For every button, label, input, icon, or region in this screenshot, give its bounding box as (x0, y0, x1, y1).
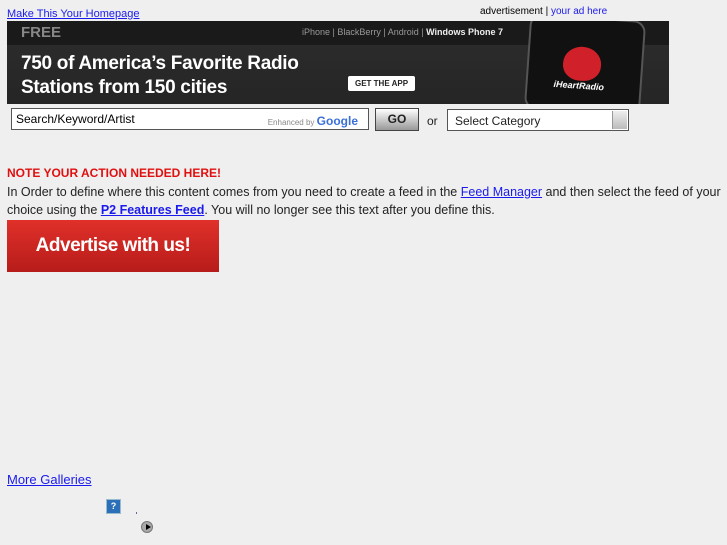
feed-manager-link[interactable]: Feed Manager (461, 185, 542, 199)
banner-free: FREE (21, 24, 62, 41)
notice-title: NOTE YOUR ACTION NEEDED HERE! (7, 166, 222, 180)
separator: | (545, 6, 549, 17)
chevron-down-icon[interactable] (612, 111, 627, 129)
get-the-app-button[interactable]: GET THE APP (348, 76, 416, 91)
advertisement-text: advertisement (480, 6, 543, 17)
enhanced-by-google: Enhanced by Google (268, 114, 358, 128)
banner-platforms: iPhone | BlackBerry | Android | Windows … (302, 27, 503, 37)
headline-line1: 750 of America’s Favorite Radio (21, 53, 299, 74)
banner-headline: 750 of America’s Favorite Radio Stations … (21, 52, 299, 100)
make-homepage-link[interactable]: Make This Your Homepage (7, 8, 140, 20)
more-galleries-link[interactable]: More Galleries (7, 472, 92, 487)
phone-image: iHeartRadio (523, 21, 647, 104)
advertise-with-us-button[interactable]: Advertise with us! (7, 220, 219, 272)
iheart-logo-icon (561, 45, 603, 83)
or-label: or (427, 114, 438, 128)
category-selected: Select Category (455, 114, 541, 128)
iheartradio-logo-text: iHeartRadio (553, 78, 605, 93)
platform-windows: Windows Phone 7 (426, 27, 504, 37)
notice-text: In Order to define where this content co… (7, 183, 722, 219)
p2-features-feed-link[interactable]: P2 Features Feed (101, 203, 205, 217)
search-box[interactable]: Enhanced by Google (11, 108, 369, 130)
platform-list: iPhone | BlackBerry | Android | (302, 27, 424, 37)
help-icon[interactable]: ? (106, 499, 121, 514)
category-select[interactable]: Select Category (447, 109, 629, 131)
play-icon[interactable] (141, 521, 153, 533)
iheartradio-banner-ad[interactable]: FREE iPhone | BlackBerry | Android | Win… (7, 21, 669, 104)
notice-text-1: In Order to define where this content co… (7, 185, 461, 199)
dot-link[interactable] (136, 512, 137, 514)
go-button[interactable]: GO (375, 108, 419, 131)
headline-line2: Stations from 150 cities (21, 77, 228, 98)
notice-text-3: . You will no longer see this text after… (204, 203, 495, 217)
google-logo: Google (316, 114, 358, 128)
enhanced-by-text: Enhanced by (267, 118, 315, 127)
ad-label: advertisement | your ad here (480, 6, 607, 17)
your-ad-here-link[interactable]: your ad here (551, 6, 607, 17)
search-input[interactable] (16, 112, 266, 126)
